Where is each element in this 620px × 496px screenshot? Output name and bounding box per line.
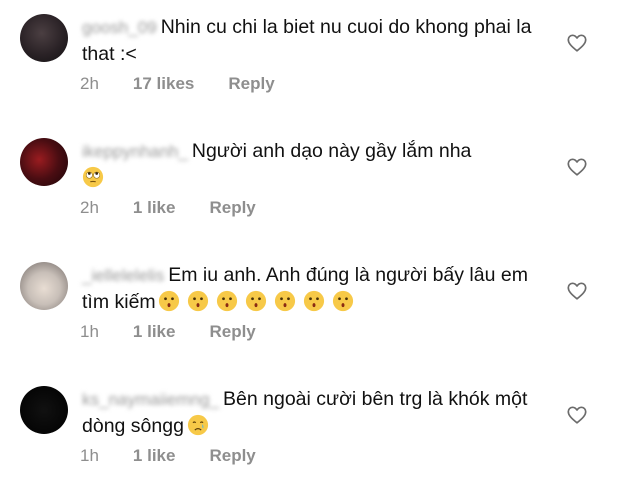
comment-time: 2h xyxy=(80,74,99,93)
comment-username[interactable]: ks_naymaiiemng_ xyxy=(82,387,219,413)
kissing-face-icon xyxy=(216,290,237,312)
comment-time: 1h xyxy=(80,446,99,465)
comment-likes[interactable]: 1 like xyxy=(133,322,176,342)
heart-icon[interactable] xyxy=(566,280,588,302)
heart-icon[interactable] xyxy=(566,156,588,178)
kissing-face-icon xyxy=(332,290,353,312)
comment-text: ks_naymaiiemng_ Bên ngoài cười bên trg là… xyxy=(82,386,552,439)
reply-button[interactable]: Reply xyxy=(209,322,255,342)
comment-likes[interactable]: 1 like xyxy=(133,446,176,466)
comment-text: ikeppynhanh_ Người anh dạo này gầy lắm nh… xyxy=(82,138,552,191)
comment-item: _iellelelelis Em iu anh. Anh đúng là ngườ… xyxy=(0,248,620,372)
comment-meta: 2h 1 like Reply xyxy=(80,198,290,218)
crying-face-icon xyxy=(187,414,209,436)
heart-icon[interactable] xyxy=(566,404,588,426)
heart-icon[interactable] xyxy=(566,32,588,54)
comment-item: goosh_09 Nhin cu chi la biet nu cuoi do k… xyxy=(0,0,620,124)
comment-item: ikeppynhanh_ Người anh dạo này gầy lắm nh… xyxy=(0,124,620,248)
kissing-face-icon xyxy=(187,290,208,312)
reply-button[interactable]: Reply xyxy=(209,198,255,218)
comment-time: 1h xyxy=(80,322,99,341)
comment-likes[interactable]: 17 likes xyxy=(133,74,194,94)
comment-likes[interactable]: 1 like xyxy=(133,198,176,218)
kissing-face-icon xyxy=(158,290,179,312)
comment-time: 2h xyxy=(80,198,99,217)
comment-text: _iellelelelis Em iu anh. Anh đúng là ngườ… xyxy=(82,262,552,315)
comment-username[interactable]: ikeppynhanh_ xyxy=(82,139,188,165)
avatar[interactable] xyxy=(20,262,68,310)
comment-username[interactable]: goosh_09 xyxy=(82,15,157,41)
avatar[interactable] xyxy=(20,138,68,186)
comment-meta: 1h 1 like Reply xyxy=(80,322,290,342)
reply-button[interactable]: Reply xyxy=(228,74,274,94)
comment-body: Người anh dạo này gầy lắm nha xyxy=(191,140,472,162)
comment-meta: 2h 17 likes Reply xyxy=(80,74,309,94)
comment-text: goosh_09 Nhin cu chi la biet nu cuoi do k… xyxy=(82,14,552,67)
comment-item: ks_naymaiiemng_ Bên ngoài cười bên trg là… xyxy=(0,372,620,496)
kissing-face-icon xyxy=(245,290,266,312)
reply-button[interactable]: Reply xyxy=(209,446,255,466)
avatar[interactable] xyxy=(20,386,68,434)
face-with-rolling-eyes-icon xyxy=(82,166,104,188)
kissing-face-icon xyxy=(274,290,295,312)
avatar[interactable] xyxy=(20,14,68,62)
kissing-face-icon xyxy=(303,290,324,312)
comment-meta: 1h 1 like Reply xyxy=(80,446,290,466)
comment-username[interactable]: _iellelelelis xyxy=(82,263,164,289)
